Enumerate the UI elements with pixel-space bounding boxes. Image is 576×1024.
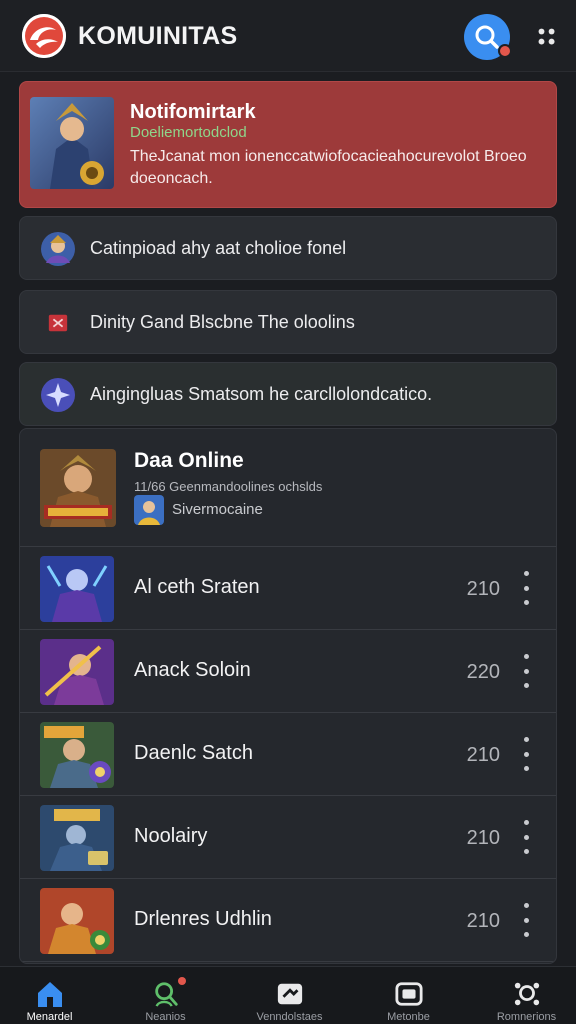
notification-card[interactable]: Notifomirtark Doeliemortodclod TheJcanat… [19,81,557,208]
spark-icon [40,377,76,413]
more-options-icon[interactable] [516,571,536,605]
table-row[interactable]: Anack Soloin 220 [20,630,556,713]
game-count: 210 [466,910,500,932]
notification-body: TheJcanat mon ionenccatwiofocacieahocure… [130,148,527,187]
games-list: Daa Online 11/66 Geenmandoolines ochslds… [19,428,557,964]
notification-dot [498,44,512,58]
game-thumbnail-icon [40,805,114,871]
list-item[interactable]: Dinity Gand Blscbne The oloolins [19,290,557,354]
table-row[interactable]: Drlenres Udhlin 210 [20,879,556,962]
more-options-icon[interactable] [516,654,536,688]
nav-item-home[interactable]: Menardel [0,967,107,1024]
more-options-icon[interactable] [516,820,536,854]
nav-notification-dot [178,977,186,985]
bottom-navigation: Menardel Neanios Venndolstaes Metonbe Ro… [0,966,576,1024]
nav-item-camera[interactable]: Metonbe [351,967,466,1024]
search-icon [473,23,501,51]
list-item-text: Dinity Gand Blscbne The oloolins [90,312,355,332]
game-name: Al ceth Sraten [134,576,260,598]
notification-subtitle: Doeliemortodclod [130,124,247,141]
nav-label: Neanios [145,1011,186,1023]
game-thumbnail-icon [40,722,114,788]
game-name: Daenlc Satch [134,742,253,764]
game-count: 210 [466,578,500,600]
grid-menu-icon [536,26,558,48]
avatar-icon [40,231,76,267]
home-icon [34,979,66,1009]
more-options-icon[interactable] [516,903,536,937]
nav-label: Venndolstaes [256,1011,323,1023]
game-thumbnail-icon [40,556,114,622]
swirl-logo-icon[interactable] [22,14,66,58]
list-item[interactable]: Catinpioad ahy aat cholioe fonel [19,216,557,280]
list-item-text: Catinpioad ahy aat cholioe fonel [90,238,347,258]
game-count: 210 [466,744,500,766]
search-button[interactable] [464,14,512,60]
ticket-icon [274,979,306,1009]
gear-people-icon [511,979,543,1009]
game-count: 210 [466,827,500,849]
featured-game-meta: 11/66 Geenmandoolines ochslds [134,479,323,494]
flag-icon [40,305,76,341]
nav-item-tickets[interactable]: Venndolstaes [232,967,347,1024]
grid-menu-button[interactable] [530,20,564,54]
featured-game-title: Daa Online [134,449,244,472]
notification-title: Notifomirtark [130,101,256,123]
search-people-icon [150,979,182,1009]
nav-item-search-people[interactable]: Neanios [108,967,223,1024]
app-header: KOMUINITAS [0,0,576,72]
more-options-icon[interactable] [516,737,536,771]
camera-icon [393,979,425,1009]
game-thumbnail-icon [40,639,114,705]
hero-thumbnail-icon [30,97,114,189]
nav-label: Romnerions [496,1011,557,1023]
featured-game-label: Sivermocaine [172,501,263,518]
nav-label: Menardel [26,1011,73,1023]
nav-item-settings[interactable]: Romnerions [469,967,576,1024]
game-thumbnail-icon [40,449,116,527]
game-thumbnail-icon [40,888,114,954]
mini-avatar-icon [134,495,164,525]
list-item-text: Aingingluas Smatsom he carcllolondcatico… [90,384,433,404]
table-row[interactable]: Noolairy 210 [20,796,556,879]
nav-label: Metonbe [387,1011,430,1023]
table-row[interactable]: Daenlc Satch 210 [20,713,556,796]
list-item[interactable]: Aingingluas Smatsom he carcllolondcatico… [19,362,557,426]
game-name: Drlenres Udhlin [134,908,272,930]
game-name: Anack Soloin [134,659,251,681]
table-row[interactable]: Al ceth Sraten 210 [20,547,556,630]
app-title: KOMUINITAS [78,22,238,50]
game-count: 220 [466,661,500,683]
featured-game[interactable]: Daa Online 11/66 Geenmandoolines ochslds… [20,429,556,547]
game-name: Noolairy [134,825,208,847]
